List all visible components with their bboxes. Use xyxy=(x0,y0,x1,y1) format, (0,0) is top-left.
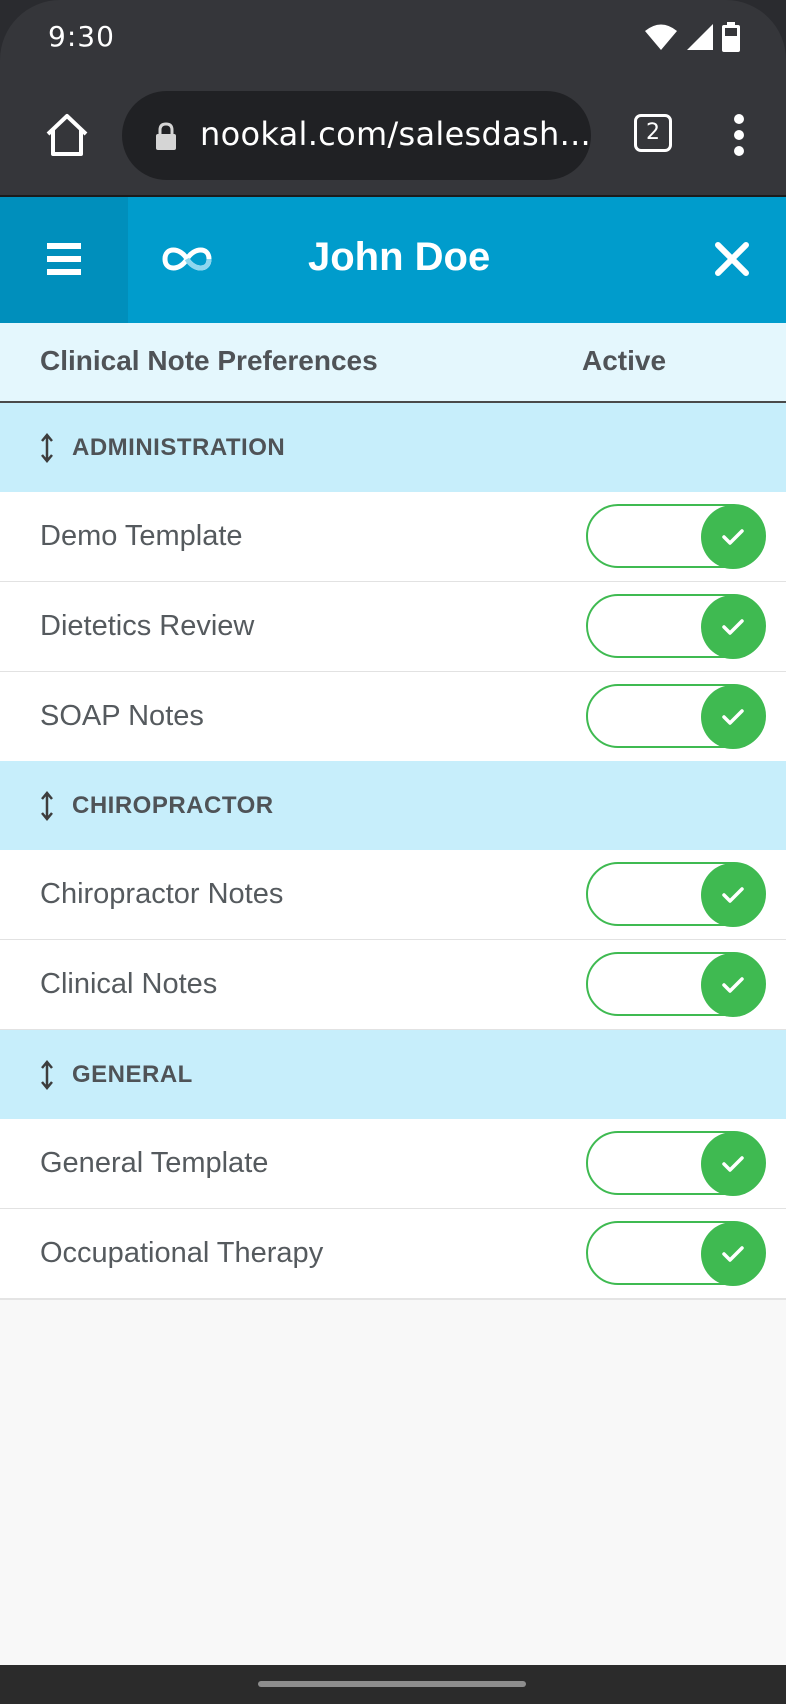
check-icon xyxy=(722,1156,744,1172)
tab-switcher-button[interactable]: 2 xyxy=(634,114,672,152)
status-icons xyxy=(644,22,740,52)
wifi-icon xyxy=(645,24,677,50)
toggle-knob xyxy=(701,595,765,659)
list-bottom-divider xyxy=(0,1298,786,1300)
drag-handle-icon[interactable] xyxy=(40,433,54,463)
list-item: General Template xyxy=(0,1119,786,1209)
list-item: Occupational Therapy xyxy=(0,1209,786,1299)
toggle-knob xyxy=(701,863,765,927)
group-header-general[interactable]: GENERAL xyxy=(0,1030,786,1119)
list-item-label: Dietetics Review xyxy=(40,610,255,642)
home-icon[interactable] xyxy=(44,112,90,158)
list-item: Dietetics Review xyxy=(0,582,786,672)
battery-icon xyxy=(722,22,740,52)
toggle-knob xyxy=(701,505,765,569)
group-label: ADMINISTRATION xyxy=(72,434,286,461)
column-header: Clinical Note Preferences Active xyxy=(0,323,786,403)
gesture-handle[interactable] xyxy=(258,1681,526,1687)
check-icon xyxy=(722,1246,744,1262)
column-active: Active xyxy=(582,345,667,376)
phone-screen: 9:30 nookal.com/salesdash... 2 John Doe … xyxy=(0,0,786,1704)
active-toggle[interactable] xyxy=(586,1221,766,1286)
list-item-label: Demo Template xyxy=(40,520,243,552)
url-text: nookal.com/salesdash... xyxy=(200,115,592,153)
list-item-label: Occupational Therapy xyxy=(40,1237,324,1269)
active-toggle[interactable] xyxy=(586,862,766,927)
address-bar[interactable]: nookal.com/salesdash... xyxy=(122,91,591,180)
check-icon xyxy=(722,709,744,725)
list-item: Chiropractor Notes xyxy=(0,850,786,940)
drag-handle-icon[interactable] xyxy=(40,1060,54,1090)
check-icon xyxy=(722,619,744,635)
check-icon xyxy=(722,887,744,903)
group-label: CHIROPRACTOR xyxy=(72,792,274,819)
signal-icon xyxy=(687,24,713,50)
active-toggle[interactable] xyxy=(586,684,766,749)
app-header: John Doe xyxy=(0,197,786,323)
toggle-knob xyxy=(701,1222,765,1286)
status-time: 9:30 xyxy=(48,20,115,53)
drag-handle-icon[interactable] xyxy=(40,791,54,821)
page-title: John Doe xyxy=(308,235,491,279)
list-item: Clinical Notes xyxy=(0,940,786,1030)
active-toggle[interactable] xyxy=(586,952,766,1017)
browser-menu-icon[interactable] xyxy=(726,112,752,158)
list-item-label: SOAP Notes xyxy=(40,700,204,732)
list-item: SOAP Notes xyxy=(0,672,786,762)
toggle-knob xyxy=(701,1132,765,1196)
nookal-logo-icon xyxy=(162,247,212,271)
list-item-label: Chiropractor Notes xyxy=(40,878,284,910)
active-toggle[interactable] xyxy=(586,504,766,569)
status-bar: 9:30 xyxy=(0,0,786,76)
lock-icon xyxy=(156,122,176,150)
check-icon xyxy=(722,529,744,545)
toggle-knob xyxy=(701,685,765,749)
browser-toolbar: nookal.com/salesdash... 2 xyxy=(0,76,786,196)
active-toggle[interactable] xyxy=(586,594,766,659)
list-item-label: General Template xyxy=(40,1147,269,1179)
app-content: John Doe Clinical Note Preferences Activ… xyxy=(0,197,786,1665)
hamburger-menu-icon[interactable] xyxy=(0,197,128,323)
column-title: Clinical Note Preferences xyxy=(40,345,378,376)
list-item-label: Clinical Notes xyxy=(40,968,218,1000)
group-header-chiropractor[interactable]: CHIROPRACTOR xyxy=(0,761,786,850)
check-icon xyxy=(722,977,744,993)
list-item: Demo Template xyxy=(0,492,786,582)
close-icon[interactable] xyxy=(712,239,752,279)
toggle-knob xyxy=(701,953,765,1017)
system-nav-bar xyxy=(0,1665,786,1704)
group-header-administration[interactable]: ADMINISTRATION xyxy=(0,403,786,492)
active-toggle[interactable] xyxy=(586,1131,766,1196)
group-label: GENERAL xyxy=(72,1061,193,1088)
